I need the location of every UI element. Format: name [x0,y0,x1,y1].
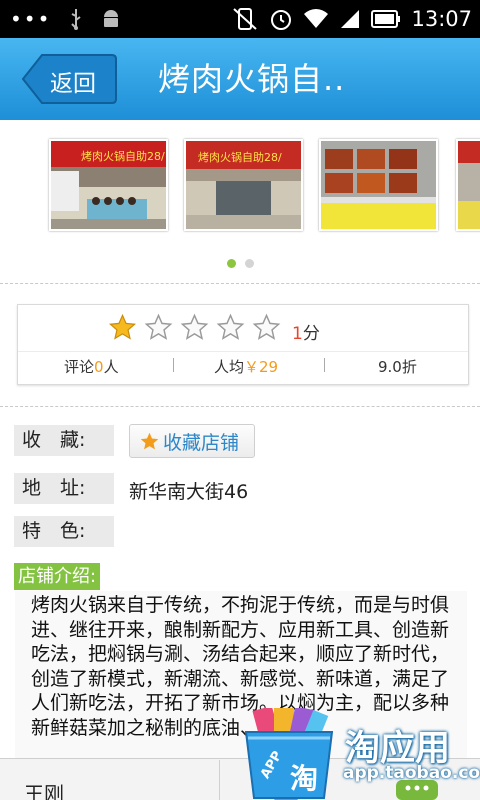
usb-icon [71,9,81,30]
photo-gallery[interactable]: 烤肉火锅自助28/ 烤肉火锅自助28/ [0,120,480,275]
star-filled-icon [108,313,137,340]
title-bar: 返回 烤肉火锅自.. [0,38,480,120]
page-dot [244,259,254,268]
bag-char: 淘 [290,762,318,795]
score-value: 1 [292,324,303,344]
rating-card: 1分 评论0人 人均￥29 9.0折 [17,304,469,385]
back-button[interactable]: 返回 [22,54,117,104]
alarm-icon [271,10,292,30]
star-rating [108,313,281,342]
star-empty-icon [144,313,173,340]
wifi-icon [304,9,329,28]
gallery-page-indicator [0,259,480,268]
page-dot-active [226,259,236,268]
star-icon [140,432,159,449]
review-unit: 人 [103,358,119,376]
favorite-label: 收 藏: [14,425,114,456]
store-intro-tag: 店铺介绍: [14,563,101,590]
chat-icon[interactable] [396,780,438,800]
metric-separator [173,358,174,372]
signal-icon [341,10,360,28]
review-count: 评论0人 [64,356,119,377]
divider [0,283,480,284]
battery-icon [371,10,401,28]
gallery-photo[interactable] [319,139,438,231]
watermark-url: app.taobao.com [343,763,480,783]
taobao-app-logo: APP 淘 [244,708,334,799]
metric-separator [324,358,325,372]
back-button-label: 返回 [50,71,96,97]
photo-sign-text: 烤肉火锅自助28/ [81,149,165,163]
average-value: ￥29 [244,358,279,376]
average-price: 人均￥29 [214,356,278,377]
average-label: 人均 [214,358,245,376]
favorite-button-label: 收藏店铺 [163,431,240,454]
bottom-separator [219,760,220,800]
score-unit: 分 [302,324,320,344]
review-label: 评论 [64,358,95,376]
status-bar: ••• 13:07 [0,0,480,38]
contact-name[interactable]: 王刚 [24,778,64,800]
score-text: 1分 [292,319,320,344]
gallery-photo[interactable]: 烤肉火锅自助28/ [184,139,303,231]
gallery-photo[interactable] [456,139,480,231]
rating-divider [18,351,468,352]
discount-text: 9.0折 [378,358,417,376]
photo-sign-text: 烤肉火锅自助28/ [198,150,282,164]
feature-label: 特 色: [14,516,114,547]
star-empty-icon [216,313,245,340]
address-label: 地 址: [14,473,114,504]
gallery-photo[interactable]: 烤肉火锅自助28/ [49,139,168,231]
page-title: 烤肉火锅自.. [158,60,346,98]
favorite-store-button[interactable]: 收藏店铺 [129,424,255,458]
address-value: 新华南大街46 [129,481,249,503]
clock-time: 13:07 [411,7,472,31]
review-number: 0 [94,358,104,376]
android-icon [104,10,119,27]
star-empty-icon [252,313,281,340]
star-empty-icon [180,313,209,340]
more-dots-icon: ••• [10,7,52,31]
divider [0,406,480,407]
vibrate-off-icon [233,8,258,30]
